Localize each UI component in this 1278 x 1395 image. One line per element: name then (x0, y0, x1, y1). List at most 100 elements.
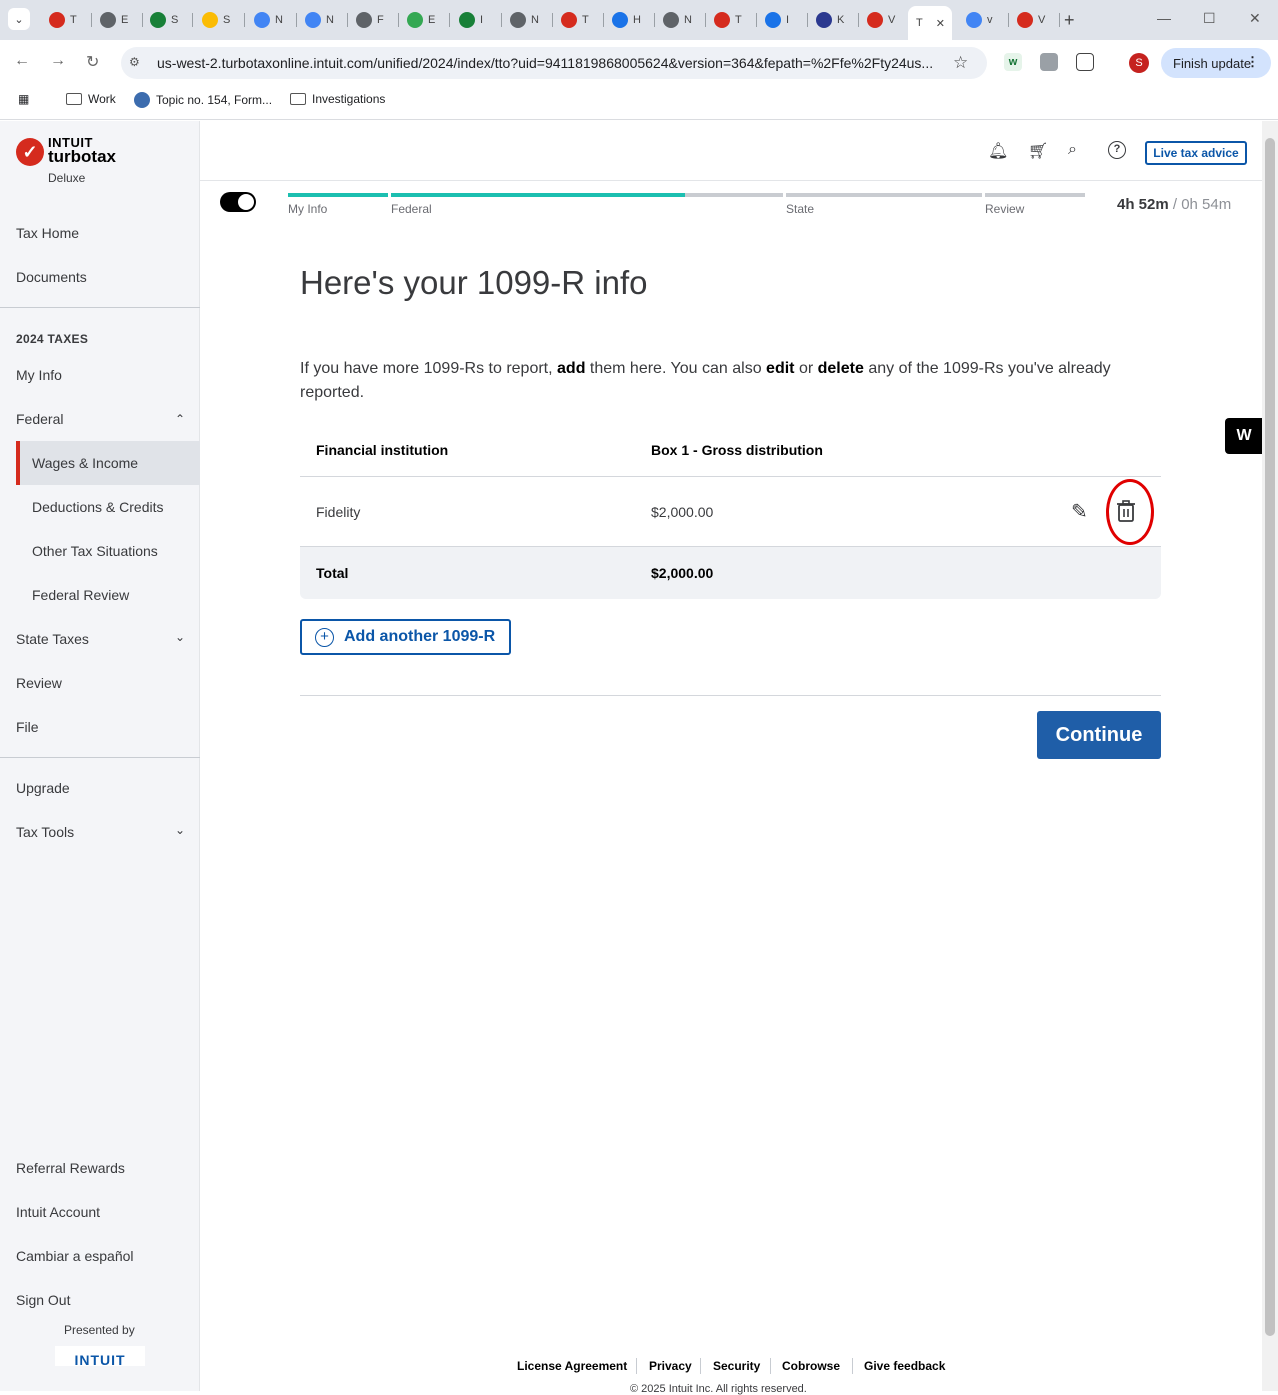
search-icon[interactable]: ⌕ (1068, 141, 1077, 159)
bookmark-investigations[interactable]: Investigations (290, 92, 385, 106)
footer-cobrowse-link[interactable]: Cobrowse (782, 1359, 840, 1373)
add-another-1099r-button[interactable]: + Add another 1099-R (300, 619, 511, 655)
browser-tab[interactable]: N (246, 6, 297, 34)
browser-tab[interactable]: I (451, 6, 502, 34)
live-tax-advice-button[interactable]: Live tax advice (1145, 141, 1247, 165)
address-bar[interactable]: ⚙ us-west-2.turbotaxonline.intuit.com/un… (121, 47, 987, 79)
bookmark-topic-154[interactable]: Topic no. 154, Form... (134, 92, 272, 108)
bell-icon[interactable]: 🔔︎ (988, 141, 1008, 161)
site-settings-icon[interactable]: ⚙ (129, 55, 140, 69)
tab-title: E (428, 14, 436, 26)
browser-tab[interactable]: N (297, 6, 348, 34)
minimize-button[interactable]: — (1157, 10, 1171, 26)
extensions-puzzle-icon[interactable] (1076, 53, 1094, 71)
progress-label-review[interactable]: Review (985, 202, 1024, 216)
sidebar-item-state-taxes[interactable]: State Taxes (16, 631, 89, 647)
close-tab-icon[interactable]: ✕ (936, 17, 945, 30)
chevron-down-icon[interactable]: ⌄ (175, 823, 185, 837)
back-button[interactable]: ← (14, 52, 30, 70)
bookmark-work[interactable]: Work (66, 92, 116, 106)
sidebar-item-review[interactable]: Review (16, 675, 62, 691)
progress-label-federal[interactable]: Federal (391, 202, 432, 216)
browser-tab[interactable]: T (41, 6, 92, 34)
time-elapsed: 4h 52m (1117, 196, 1169, 213)
browser-tab[interactable]: S (142, 6, 193, 34)
browser-tab[interactable]: K (808, 6, 859, 34)
sidebar-item-tax-home[interactable]: Tax Home (16, 225, 79, 241)
sidebar-item-file[interactable]: File (16, 719, 39, 735)
progress-label-state[interactable]: State (786, 202, 814, 216)
sidebar-item-account[interactable]: Intuit Account (16, 1204, 100, 1220)
sidebar-item-federal-review[interactable]: Federal Review (32, 587, 129, 603)
footer-license-link[interactable]: License Agreement (517, 1359, 627, 1373)
bookmark-star-icon[interactable]: ☆ (953, 53, 968, 73)
forward-button[interactable]: → (50, 52, 66, 70)
browser-tab[interactable]: N (655, 6, 706, 34)
column-header-institution: Financial institution (316, 442, 449, 458)
maximize-button[interactable]: ☐ (1203, 10, 1216, 27)
browser-tab[interactable]: T (553, 6, 604, 34)
n-extension-icon[interactable] (1040, 53, 1058, 71)
sidebar-item-documents[interactable]: Documents (16, 269, 87, 285)
profile-avatar[interactable]: S (1129, 53, 1149, 73)
edit-pencil-icon[interactable]: ✎ (1071, 499, 1088, 524)
sidebar-item-other-tax[interactable]: Other Tax Situations (32, 543, 158, 559)
footer-privacy-link[interactable]: Privacy (649, 1359, 692, 1373)
w-extension-icon[interactable]: w (1004, 53, 1022, 71)
browser-tab[interactable]: V (859, 6, 910, 34)
sidebar-item-my-info[interactable]: My Info (16, 367, 62, 383)
chevron-down-icon[interactable]: ⌄ (175, 630, 185, 644)
tab-favicon-icon (254, 12, 270, 28)
footer-feedback-link[interactable]: Give feedback (864, 1359, 945, 1373)
browser-tab[interactable]: E (92, 6, 143, 34)
help-icon[interactable]: ? (1108, 141, 1126, 159)
sidebar-item-spanish[interactable]: Cambiar a español (16, 1248, 134, 1264)
tab-favicon-icon (816, 12, 832, 28)
tab-search-dropdown[interactable]: ⌄ (8, 8, 30, 30)
row-amount: $2,000.00 (651, 504, 714, 520)
tab-favicon-icon (49, 12, 65, 28)
sidebar-item-sign-out[interactable]: Sign Out (16, 1292, 70, 1308)
chevron-up-icon[interactable]: ⌃ (175, 412, 185, 426)
cart-icon[interactable]: 🛒︎ (1028, 141, 1048, 161)
finish-update-button[interactable]: Finish update ⋮ (1161, 48, 1271, 78)
browser-tab-active[interactable]: T ✕ (908, 6, 952, 40)
sidebar-item-deductions[interactable]: Deductions & Credits (32, 499, 164, 515)
sidebar-divider (0, 757, 200, 758)
sidebar-item-federal[interactable]: Federal (16, 411, 63, 427)
w-side-badge[interactable]: W (1225, 418, 1263, 454)
total-amount: $2,000.00 (651, 565, 714, 581)
tab-title: N (275, 14, 283, 26)
sidebar-item-upgrade[interactable]: Upgrade (16, 780, 70, 796)
app-header (200, 121, 1262, 181)
close-window-button[interactable]: ✕ (1249, 10, 1261, 27)
browser-tab[interactable]: T (706, 6, 757, 34)
new-tab-button[interactable]: + (1064, 10, 1075, 31)
sidebar-item-referral[interactable]: Referral Rewards (16, 1160, 125, 1176)
presented-by-logo: INTUIT (55, 1346, 145, 1366)
scrollbar-thumb[interactable] (1265, 138, 1275, 1336)
browser-tab[interactable]: F (348, 6, 399, 34)
browser-tab[interactable]: S (194, 6, 245, 34)
reload-button[interactable]: ↻ (86, 52, 99, 72)
tab-separator (449, 13, 450, 27)
footer-security-link[interactable]: Security (713, 1359, 760, 1373)
content-divider (300, 695, 1161, 696)
page-title: Here's your 1099-R info (300, 264, 648, 301)
progress-label-my-info[interactable]: My Info (288, 202, 327, 216)
apps-grid-icon[interactable]: ▦ (18, 92, 29, 106)
view-toggle[interactable] (220, 192, 256, 212)
sidebar-item-wages-income[interactable]: Wages & Income (32, 455, 138, 471)
tab-favicon-icon (305, 12, 321, 28)
tab-favicon-icon (714, 12, 730, 28)
browser-tab[interactable]: E (399, 6, 450, 34)
continue-button[interactable]: Continue (1037, 711, 1161, 759)
browser-tab[interactable]: N (502, 6, 553, 34)
browser-tab[interactable]: H (604, 6, 655, 34)
tab-title: H (633, 14, 641, 26)
tab-title: F (377, 14, 384, 26)
browser-tab[interactable]: v (958, 6, 1009, 34)
sidebar-item-tax-tools[interactable]: Tax Tools (16, 824, 74, 840)
browser-tab[interactable]: V (1009, 6, 1060, 34)
browser-tab[interactable]: I (757, 6, 808, 34)
